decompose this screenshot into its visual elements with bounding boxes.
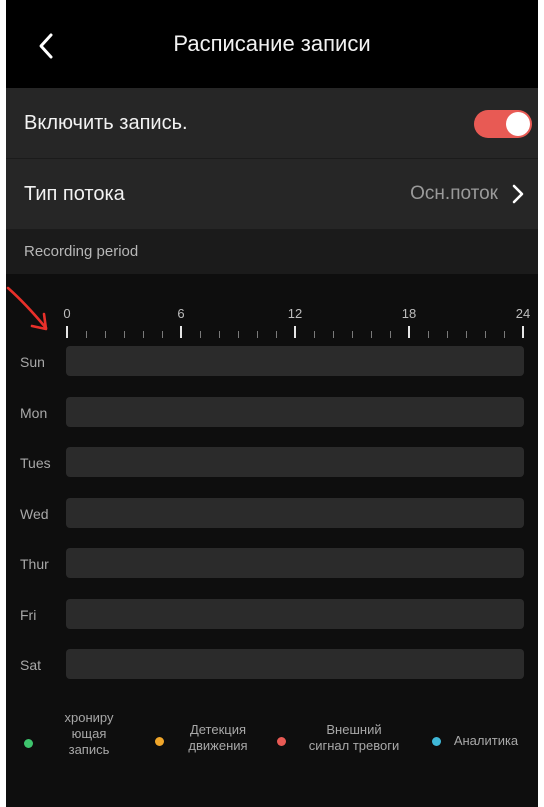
legend-label: Аналитика — [453, 733, 519, 748]
hour-tick-minor — [485, 331, 486, 338]
recording-period-title: Recording period — [24, 243, 139, 260]
hour-tick-minor — [124, 331, 125, 338]
back-button[interactable] — [26, 24, 66, 68]
hour-tick-minor — [257, 331, 258, 338]
day-row-fri: Fri — [6, 598, 538, 631]
day-label: Wed — [20, 505, 49, 522]
page-title: Расписание записи — [173, 31, 371, 56]
hour-tick-minor — [143, 331, 144, 338]
hour-tick-label: 12 — [287, 306, 303, 321]
hour-tick-minor — [447, 331, 448, 338]
hour-tick-major — [294, 326, 296, 338]
hour-tick-label: 6 — [177, 306, 185, 321]
hour-tick-label: 18 — [401, 306, 417, 321]
day-schedule-bar[interactable] — [66, 396, 524, 427]
day-schedule-bar[interactable] — [66, 447, 524, 477]
hour-tick-minor — [314, 331, 315, 338]
day-row-thur: Thur — [6, 548, 538, 580]
stream-type-value: Осн.поток — [410, 183, 498, 204]
recording-schedule-screen: Расписание записи Включить запись. Тип п… — [6, 0, 538, 807]
legend-item: Аналитика — [6, 718, 538, 778]
hour-tick-label: 24 — [515, 306, 531, 321]
hour-tick-minor — [238, 331, 239, 338]
recording-period-header: Recording period — [6, 229, 538, 274]
chevron-left-icon — [39, 33, 53, 59]
hour-timeline: 0 6 12 18 24 — [6, 300, 538, 340]
hour-tick-major — [522, 326, 524, 338]
day-label: Sat — [20, 657, 42, 673]
enable-recording-label: Включить запись. — [24, 111, 188, 134]
chevron-right-icon — [512, 184, 524, 204]
hour-tick-major — [408, 326, 410, 338]
hour-tick-major — [180, 326, 182, 338]
hour-tick-minor — [390, 331, 391, 338]
stream-type-row[interactable]: Тип потока Осн.поток — [6, 159, 538, 229]
day-row-mon: Mon — [6, 396, 538, 429]
hour-tick-minor — [428, 331, 429, 338]
hour-tick-minor — [333, 331, 334, 338]
day-schedule-bar[interactable] — [66, 548, 524, 578]
day-row-tues: Tues — [6, 447, 538, 479]
hour-tick-minor — [466, 331, 467, 338]
hour-tick-minor — [219, 331, 220, 338]
day-row-wed: Wed — [6, 497, 538, 530]
day-label: Sun — [20, 354, 45, 370]
hour-tick-minor — [371, 331, 372, 338]
enable-recording-row: Включить запись. — [6, 88, 538, 158]
enable-recording-toggle[interactable] — [474, 110, 532, 138]
day-row-sat: Sat — [6, 649, 538, 681]
day-schedule-bar[interactable] — [66, 598, 524, 629]
day-row-sun: Sun — [6, 346, 538, 378]
annotation-arrow-icon — [6, 286, 48, 331]
day-label: Fri — [20, 606, 37, 623]
hour-tick-minor — [352, 331, 353, 338]
stream-type-label: Тип потока — [24, 182, 125, 205]
hour-tick-minor — [504, 331, 505, 338]
toggle-knob — [506, 112, 530, 136]
hour-tick-minor — [200, 331, 201, 338]
hour-tick-minor — [162, 331, 163, 338]
hour-tick-major — [66, 326, 68, 338]
legend: хрониру ющая запись Детекция движения Внеш… — [6, 710, 538, 778]
hour-tick-minor — [276, 331, 277, 338]
hour-tick-minor — [105, 331, 106, 338]
day-schedule-bar[interactable] — [66, 497, 524, 528]
day-label: Tues — [20, 455, 51, 471]
day-label: Mon — [20, 404, 48, 421]
day-schedule-bar[interactable] — [66, 649, 524, 679]
hour-tick-minor — [86, 331, 87, 338]
day-schedule-bar[interactable] — [66, 346, 524, 376]
day-label: Thur — [20, 556, 49, 572]
header-bar: Расписание записи — [6, 0, 538, 88]
